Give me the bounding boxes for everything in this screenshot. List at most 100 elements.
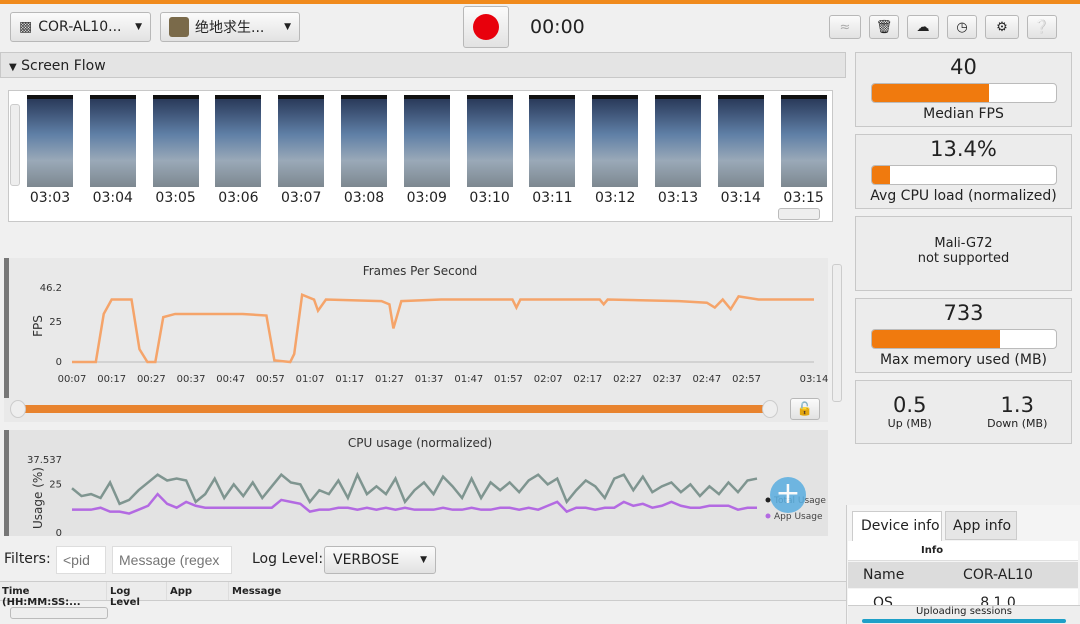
log-level-label: Log Level: bbox=[252, 551, 324, 567]
x-tick-label: 01:17 bbox=[335, 374, 364, 385]
thumbnail-time: 03:05 bbox=[155, 190, 196, 206]
thumbnail-time: 03:07 bbox=[281, 190, 322, 206]
column-message[interactable]: Message bbox=[229, 582, 284, 600]
max-memory-value: 733 bbox=[943, 301, 984, 325]
thumbnail-time: 03:06 bbox=[218, 190, 259, 206]
add-chart-button[interactable]: + bbox=[770, 477, 806, 513]
time-range-slider[interactable] bbox=[18, 405, 770, 413]
chevron-down-icon: ▼ bbox=[284, 22, 291, 32]
horizontal-scrollbar[interactable] bbox=[778, 208, 820, 220]
log-level-value: VERBOSE bbox=[333, 552, 400, 568]
delete-button[interactable]: 🗑 bbox=[869, 15, 899, 39]
x-tick-label: 01:57 bbox=[494, 374, 523, 385]
message-filter-input[interactable] bbox=[112, 546, 232, 574]
slider-handle-left[interactable] bbox=[10, 400, 26, 418]
timer: 00:00 bbox=[530, 16, 585, 38]
upload-progress-bar bbox=[862, 619, 1066, 623]
chevron-down-icon: ▼ bbox=[135, 22, 142, 32]
accent-bar bbox=[0, 0, 1080, 4]
screen-thumbnail[interactable] bbox=[655, 95, 701, 187]
thumbnail-time: 03:09 bbox=[406, 190, 447, 206]
screen-thumbnail[interactable] bbox=[780, 95, 827, 187]
x-tick-label: 03:14 bbox=[800, 374, 829, 385]
record-button[interactable] bbox=[463, 6, 509, 48]
tab-app-info[interactable]: App info bbox=[945, 511, 1017, 540]
cloud-upload-icon: ☁ bbox=[916, 19, 930, 35]
help-button[interactable]: ❔ bbox=[1027, 15, 1057, 39]
upload-button[interactable]: ☁ bbox=[907, 15, 939, 39]
settings-button[interactable]: ⚙ bbox=[985, 15, 1019, 39]
download-label: Down (MB) bbox=[987, 417, 1048, 430]
y-tick-label: 25 bbox=[49, 479, 62, 490]
tab-device-info[interactable]: Device info bbox=[852, 511, 942, 541]
plus-icon: + bbox=[775, 476, 801, 511]
y-tick-label: 25 bbox=[49, 317, 62, 328]
upload-value: 0.5 bbox=[893, 393, 927, 417]
thumbnail-time: 03:03 bbox=[29, 190, 71, 206]
wifi-button[interactable]: ≈ bbox=[829, 15, 861, 39]
record-icon bbox=[473, 14, 499, 40]
max-memory-bar bbox=[870, 329, 1057, 349]
max-memory-label: Max memory used (MB) bbox=[879, 352, 1048, 368]
screen-flow-title: Screen Flow bbox=[21, 58, 106, 74]
cpu-series-line bbox=[71, 471, 758, 506]
log-horizontal-scrollbar[interactable] bbox=[10, 607, 108, 619]
y-axis-label: Usage (%) bbox=[31, 467, 45, 529]
screen-thumbnail[interactable] bbox=[215, 95, 262, 187]
screen-thumbnail[interactable] bbox=[466, 95, 513, 187]
clock-icon: ◷ bbox=[956, 19, 968, 35]
median-fps-value: 40 bbox=[950, 55, 977, 79]
upload-label: Up (MB) bbox=[887, 417, 932, 430]
x-tick-label: 02:07 bbox=[534, 374, 563, 385]
history-button[interactable]: ◷ bbox=[947, 15, 977, 39]
x-tick-label: 01:27 bbox=[375, 374, 404, 385]
screen-thumbnail[interactable] bbox=[152, 95, 199, 187]
screen-thumbnail[interactable] bbox=[592, 95, 639, 187]
app-icon bbox=[169, 17, 189, 37]
fps-series-line bbox=[72, 292, 814, 364]
x-tick-label: 02:37 bbox=[653, 374, 682, 385]
filters-label: Filters: bbox=[4, 551, 51, 567]
lock-button[interactable]: 🔓 bbox=[790, 398, 820, 420]
app-label: 绝地求生... bbox=[195, 20, 265, 36]
info-value: COR-AL10 bbox=[963, 567, 1033, 583]
device-label: COR-AL10... bbox=[38, 19, 122, 35]
app-selector[interactable]: 绝地求生... ▼ bbox=[160, 12, 300, 42]
chart-title: CPU usage (normalized) bbox=[348, 436, 492, 450]
slider-handle-right[interactable] bbox=[762, 400, 778, 418]
device-selector[interactable]: ▩ COR-AL10... ▼ bbox=[10, 12, 151, 42]
pid-filter-input[interactable] bbox=[56, 546, 106, 574]
column-app[interactable]: App bbox=[167, 582, 229, 600]
x-tick-label: 00:57 bbox=[256, 374, 285, 385]
screen-thumbnail[interactable] bbox=[278, 95, 325, 187]
unlock-icon: 🔓 bbox=[796, 401, 814, 417]
thumbnail-time: 03:04 bbox=[92, 190, 133, 206]
screen-flow-header[interactable]: ▼ Screen Flow bbox=[0, 52, 846, 78]
thumbnail-time: 03:11 bbox=[532, 190, 573, 206]
cpu-chart: CPU usage (normalized) Usage (%) 0 25 37.537… bbox=[27, 436, 826, 536]
screen-thumbnail[interactable] bbox=[89, 95, 136, 187]
screen-thumbnail[interactable] bbox=[403, 95, 450, 187]
log-level-select[interactable]: VERBOSE ▼ bbox=[324, 546, 436, 574]
avg-cpu-bar bbox=[870, 165, 1057, 185]
screen-thumbnail[interactable] bbox=[27, 95, 73, 187]
x-tick-label: 01:07 bbox=[296, 374, 325, 385]
android-icon: ▩ bbox=[19, 19, 33, 35]
screen-thumbnail[interactable] bbox=[341, 95, 387, 187]
gpu-status: not supported bbox=[917, 251, 1010, 266]
vertical-scrollbar[interactable] bbox=[10, 104, 20, 186]
x-tick-label: 00:47 bbox=[216, 374, 245, 385]
thumbnail-time: 03:12 bbox=[595, 190, 636, 206]
charts-scrollbar[interactable] bbox=[832, 264, 842, 402]
legend-marker bbox=[765, 513, 771, 519]
x-tick-label: 01:37 bbox=[415, 374, 444, 385]
legend-label: App Usage bbox=[774, 512, 823, 522]
median-fps-label: Median FPS bbox=[923, 106, 1004, 122]
column-time[interactable]: Time (HH:MM:SS:... bbox=[0, 582, 107, 608]
thumbnail-time: 03:15 bbox=[783, 190, 824, 206]
screen-thumbnail[interactable] bbox=[529, 95, 576, 187]
y-tick-label: 0 bbox=[56, 528, 62, 536]
upload-status: Uploading sessions bbox=[848, 605, 1080, 624]
screen-thumbnail[interactable] bbox=[717, 95, 764, 187]
column-log-level[interactable]: Log Level bbox=[107, 582, 167, 608]
